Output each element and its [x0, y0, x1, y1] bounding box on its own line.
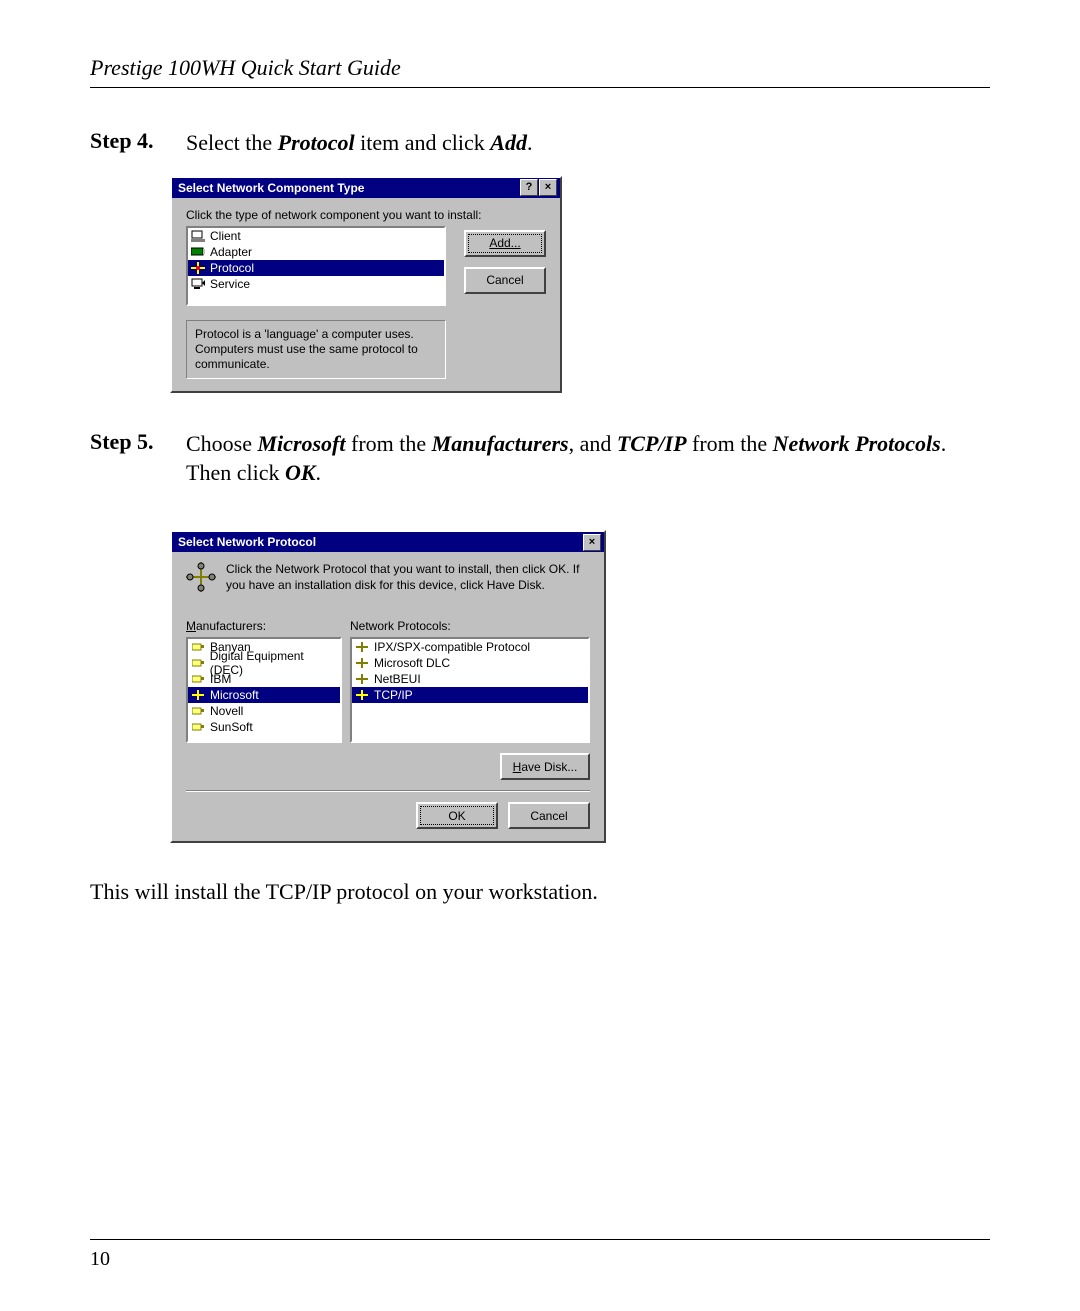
protocol-item-icon — [354, 688, 370, 702]
list-item-label: IBM — [210, 672, 231, 686]
cancel-button-label: Cancel — [530, 809, 567, 823]
dialog-select-network-protocol: Select Network Protocol × Click the Netw… — [170, 530, 606, 843]
page-number: 10 — [90, 1248, 110, 1270]
page-header: Prestige 100WH Quick Start Guide — [90, 55, 990, 88]
close-icon[interactable]: × — [583, 534, 601, 551]
step4-text3: . — [527, 130, 533, 155]
list-item[interactable]: Adapter — [188, 244, 444, 260]
step5-microsoft: Microsoft — [258, 431, 346, 456]
cancel-button-label: Cancel — [486, 273, 523, 287]
ok-button[interactable]: OK — [416, 802, 498, 829]
list-item[interactable]: Service — [188, 276, 444, 292]
step5-body: Choose Microsoft from the Manufacturers,… — [186, 429, 990, 488]
dialog1-prompt: Click the type of network component you … — [186, 208, 546, 222]
step5-ok: OK — [285, 460, 316, 485]
step5-text: from the — [687, 431, 773, 456]
aftertext: This will install the TCP/IP protocol on… — [90, 879, 990, 905]
step5-manufacturers: Manufacturers — [432, 431, 569, 456]
dialog2-separator — [186, 790, 590, 792]
vendor-icon — [190, 656, 206, 670]
dialog-select-component-type: Select Network Component Type ? × Click … — [170, 176, 562, 393]
protocols-label: Network Protocols: — [350, 619, 590, 633]
step5-text: , and — [569, 431, 617, 456]
step4-add: Add — [490, 130, 527, 155]
component-description: Protocol is a 'language' a computer uses… — [186, 320, 446, 379]
have-disk-label: Have Disk... — [513, 760, 578, 774]
component-type-list[interactable]: Client Adapter Protocol Service — [186, 226, 446, 306]
dialog1-titlebar[interactable]: Select Network Component Type ? × — [172, 178, 560, 198]
list-item-label: Client — [210, 229, 241, 243]
list-item-label: IPX/SPX-compatible Protocol — [374, 640, 530, 654]
step5: Step 5. Choose Microsoft from the Manufa… — [90, 429, 990, 488]
step5-tcpip: TCP/IP — [617, 431, 687, 456]
add-button[interactable]: Add... — [464, 230, 546, 257]
dialog2-title: Select Network Protocol — [178, 535, 582, 549]
step5-text: from the — [346, 431, 432, 456]
manufacturers-label: Manufacturers: — [186, 619, 342, 633]
protocol-item-icon — [354, 640, 370, 654]
list-item-label: Adapter — [210, 245, 252, 259]
step5-network-protocols: Network Protocols — [773, 431, 941, 456]
list-item[interactable]: Client — [188, 228, 444, 244]
list-item[interactable]: Digital Equipment (DEC) — [188, 655, 340, 671]
cancel-button[interactable]: Cancel — [508, 802, 590, 829]
dialog1-title: Select Network Component Type — [178, 181, 519, 195]
service-icon — [190, 277, 206, 291]
protocol-item-icon — [354, 656, 370, 670]
client-icon — [190, 229, 206, 243]
list-item[interactable]: TCP/IP — [352, 687, 588, 703]
list-item[interactable]: SunSoft — [188, 719, 340, 735]
manufacturers-list[interactable]: Banyan Digital Equipment (DEC) IBM Micro… — [186, 637, 342, 743]
list-item-label: NetBEUI — [374, 672, 421, 686]
protocol-item-icon — [354, 672, 370, 686]
step4: Step 4. Select the Protocol item and cli… — [90, 128, 990, 158]
help-icon[interactable]: ? — [520, 179, 538, 196]
list-item-label: TCP/IP — [374, 688, 413, 702]
list-item[interactable]: Novell — [188, 703, 340, 719]
vendor-icon — [190, 672, 206, 686]
list-item-label: Service — [210, 277, 250, 291]
list-item[interactable]: Microsoft DLC — [352, 655, 588, 671]
step5-text: . — [316, 460, 322, 485]
step4-text: Select the — [186, 130, 278, 155]
cancel-button[interactable]: Cancel — [464, 267, 546, 294]
list-item[interactable]: Protocol — [188, 260, 444, 276]
page-footer: 10 — [90, 1239, 990, 1271]
step4-label: Step 4. — [90, 128, 186, 158]
step4-body: Select the Protocol item and click Add. — [186, 128, 532, 158]
add-button-label: Add... — [489, 236, 520, 250]
protocol-icon — [190, 261, 206, 275]
list-item-label: Microsoft DLC — [374, 656, 450, 670]
vendor-icon — [190, 688, 206, 702]
list-item[interactable]: Microsoft — [188, 687, 340, 703]
vendor-icon — [190, 720, 206, 734]
vendor-icon — [190, 704, 206, 718]
list-item-label: Protocol — [210, 261, 254, 275]
step5-text: Choose — [186, 431, 258, 456]
adapter-icon — [190, 245, 206, 259]
step5-label: Step 5. — [90, 429, 186, 488]
ok-button-label: OK — [448, 809, 465, 823]
protocol-big-icon — [186, 562, 216, 593]
close-icon[interactable]: × — [539, 179, 557, 196]
list-item[interactable]: NetBEUI — [352, 671, 588, 687]
step4-text2: item and click — [355, 130, 491, 155]
step4-protocol: Protocol — [278, 130, 355, 155]
have-disk-button[interactable]: Have Disk... — [500, 753, 590, 780]
protocols-list[interactable]: IPX/SPX-compatible Protocol Microsoft DL… — [350, 637, 590, 743]
list-item-label: SunSoft — [210, 720, 253, 734]
dialog2-titlebar[interactable]: Select Network Protocol × — [172, 532, 604, 552]
vendor-icon — [190, 640, 206, 654]
dialog2-instruction: Click the Network Protocol that you want… — [226, 562, 590, 593]
list-item-label: Novell — [210, 704, 243, 718]
list-item[interactable]: IPX/SPX-compatible Protocol — [352, 639, 588, 655]
list-item-label: Microsoft — [210, 688, 259, 702]
